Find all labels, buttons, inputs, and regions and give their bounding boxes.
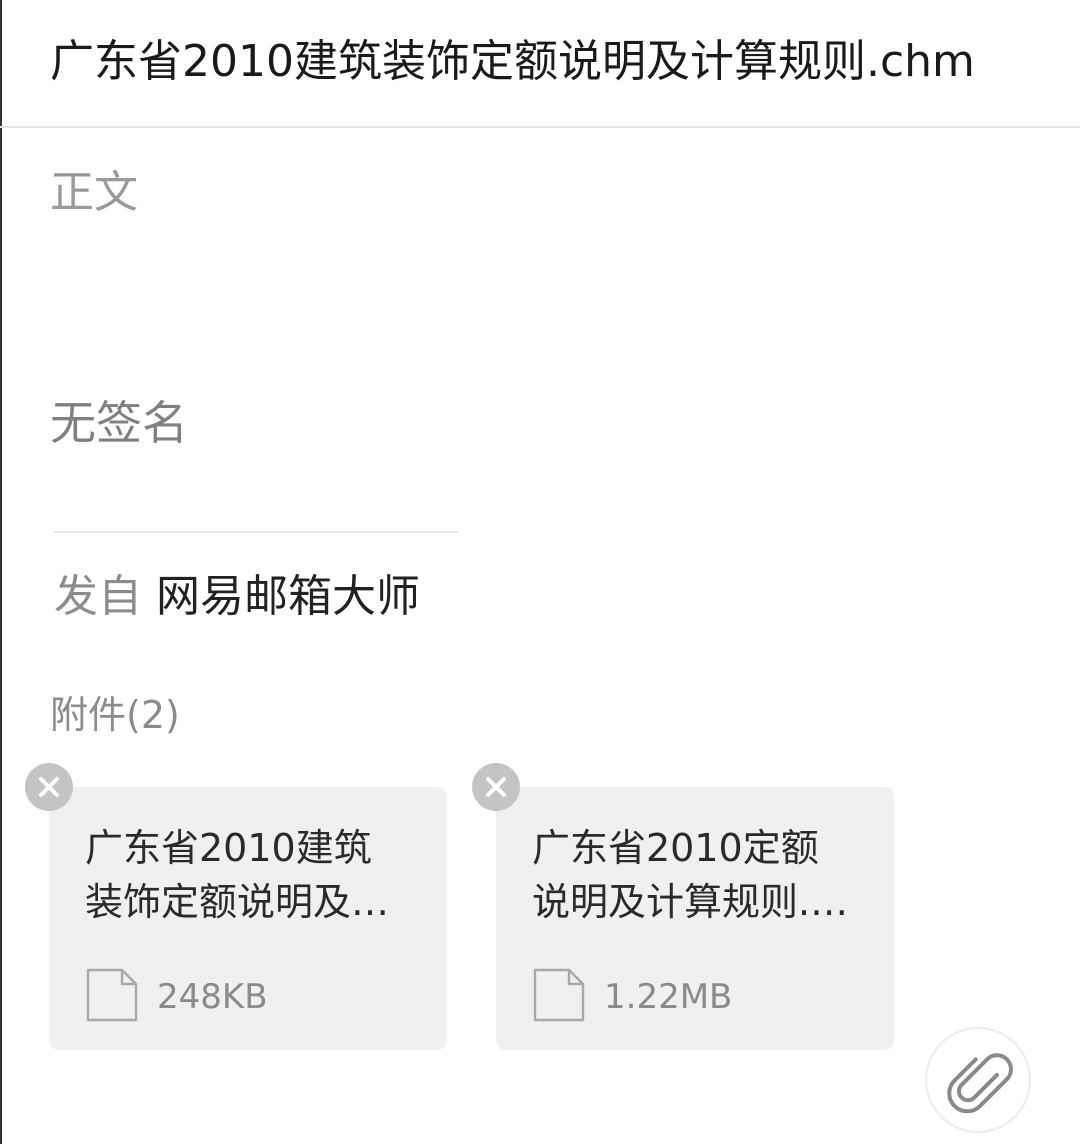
remove-attachment-button[interactable] — [25, 763, 73, 811]
signature-text: 无签名 — [50, 396, 188, 450]
sent-from-line: 发自 网易邮箱大师 — [54, 566, 420, 628]
subject-divider — [0, 126, 1080, 128]
sent-from-prefix: 发自 — [54, 571, 142, 622]
signature-divider — [54, 531, 458, 533]
close-icon — [39, 777, 59, 797]
file-icon — [86, 968, 138, 1022]
attachment-name: 广东省2010定额说明及计算规则.chm — [532, 826, 831, 924]
add-attachment-button[interactable] — [925, 1027, 1031, 1133]
attachment-name: 广东省2010建筑装饰定额说明及计算规则.chm — [85, 826, 390, 924]
close-icon — [486, 777, 506, 797]
paperclip-icon — [947, 1053, 1013, 1114]
sent-from-app-name: 网易邮箱大师 — [156, 571, 420, 622]
attachment-card[interactable]: 广东省2010定额说明及计算规则.chm 1.22MB — [496, 787, 894, 1050]
attachment-size: 248KB — [157, 977, 268, 1017]
attachments-header: 附件(2) — [50, 693, 180, 737]
body-input[interactable]: 正文 — [50, 162, 138, 224]
attachment-size: 1.22MB — [604, 977, 733, 1017]
subject-field[interactable]: 广东省2010建筑装饰定额说明及计算规则.chm — [50, 30, 1060, 94]
file-icon — [533, 968, 585, 1022]
window-left-edge — [0, 0, 2, 1144]
remove-attachment-button[interactable] — [472, 763, 520, 811]
attachment-card[interactable]: 广东省2010建筑装饰定额说明及计算规则.chm 248KB — [49, 787, 447, 1050]
